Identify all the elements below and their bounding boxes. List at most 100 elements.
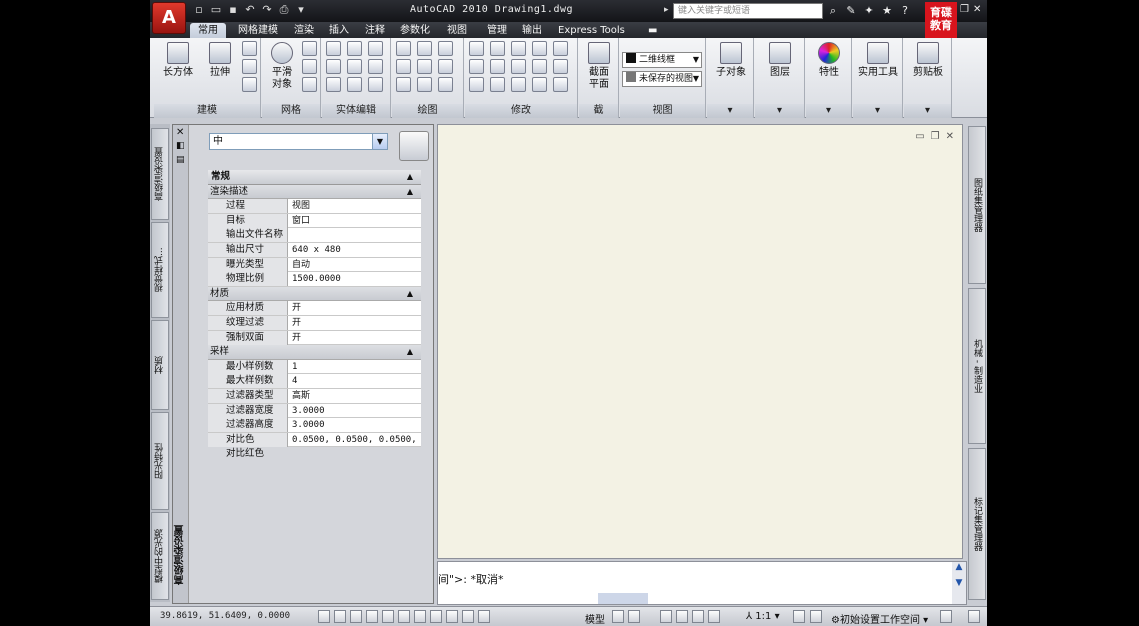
tab-markup-set-manager[interactable]: 标记集管理器 xyxy=(968,448,986,600)
clipboard-button[interactable]: 剪贴板 xyxy=(909,42,947,79)
showmotion-icon[interactable] xyxy=(708,610,720,623)
close-icon[interactable]: ✕ xyxy=(973,4,981,15)
restore-icon[interactable]: ❐ xyxy=(960,4,969,15)
lock-icon[interactable] xyxy=(940,610,952,623)
property-row[interactable]: 强制双面开 xyxy=(208,330,421,346)
3d-object-snap-icon[interactable] xyxy=(398,610,410,623)
visual-style-combo[interactable]: 二维线框 ▼ xyxy=(622,52,702,68)
properties-button[interactable]: 特性 xyxy=(811,42,847,79)
spline-icon[interactable] xyxy=(396,59,411,74)
property-value[interactable]: 0.0500, 0.0500, 0.0500, ... xyxy=(289,433,421,447)
tab-annotate[interactable]: 注释 xyxy=(357,23,393,38)
object-snap-icon[interactable] xyxy=(382,610,394,623)
property-value[interactable]: 3.0000 xyxy=(289,404,421,418)
property-row[interactable]: 目标 窗口 xyxy=(208,213,421,229)
line-icon[interactable] xyxy=(417,59,432,74)
align-icon[interactable] xyxy=(469,59,484,74)
tab-parametric[interactable]: 参数化 xyxy=(392,23,438,38)
extrude-button[interactable]: 拉伸 xyxy=(202,42,238,79)
render-preset-select[interactable]: 中 ▼ xyxy=(209,133,388,150)
layout-icon[interactable] xyxy=(628,610,640,623)
property-row[interactable]: 过滤器宽度 3.0000 xyxy=(208,403,421,419)
search-expand-icon[interactable]: ▸ xyxy=(664,5,669,15)
smooth-object-button[interactable]: 平滑 对象 xyxy=(265,42,299,91)
property-value[interactable]: 视图 xyxy=(289,199,421,213)
tab-advanced-render-settings[interactable]: 高级渲染设置 xyxy=(151,128,169,220)
property-row[interactable]: 最大样例数 4 xyxy=(208,374,421,389)
plot-icon[interactable]: ⎙ xyxy=(277,3,291,17)
layout-icon[interactable] xyxy=(612,610,624,623)
coordinate-readout[interactable]: 39.8619, 51.6409, 0.0000 xyxy=(160,611,290,621)
tab-mechanical-manufacturing[interactable]: 机械 - 制造业 xyxy=(968,288,986,444)
panel-label-modify[interactable]: 修改 xyxy=(465,104,577,118)
property-value[interactable]: 1500.0000 xyxy=(289,272,421,286)
solid-edit-icon-6[interactable] xyxy=(368,59,383,74)
ellipse-icon[interactable] xyxy=(438,77,453,92)
pan-icon[interactable] xyxy=(660,610,672,623)
property-row[interactable]: 过滤器高度 3.0000 xyxy=(208,418,421,433)
subcategory-materials[interactable]: 材质 ▲ xyxy=(208,286,421,302)
solid-edit-icon-9[interactable] xyxy=(368,77,383,92)
new-file-icon[interactable]: ▫ xyxy=(192,3,206,17)
polysolid-icon[interactable] xyxy=(242,41,257,56)
tab-mesh-modeling[interactable]: 网格建模 xyxy=(230,23,286,38)
tab-sun-properties[interactable]: 阳光特性 xyxy=(151,412,169,510)
offset-icon[interactable] xyxy=(490,59,505,74)
render-teapot-icon[interactable] xyxy=(399,131,429,161)
panel-label-mesh[interactable]: 网格 xyxy=(262,104,320,118)
auto-scale-icon[interactable] xyxy=(810,610,822,623)
redo-icon[interactable]: ↷ xyxy=(260,3,274,17)
property-row[interactable]: 过程 视图 xyxy=(208,199,421,214)
category-general[interactable]: 常规 ▲ xyxy=(208,170,421,185)
smooth-less-icon[interactable] xyxy=(302,59,317,74)
annotation-visibility-icon[interactable] xyxy=(793,610,805,623)
help-icon[interactable]: ? xyxy=(898,3,912,18)
property-value[interactable] xyxy=(289,228,421,242)
property-row[interactable]: 对比色0.0500, 0.0500, 0.0500, ... xyxy=(208,432,421,448)
communication-icon[interactable]: ✎ xyxy=(844,3,858,18)
application-menu-button[interactable]: A xyxy=(152,2,186,34)
tab-render[interactable]: 渲染 xyxy=(286,23,322,38)
mirror-icon[interactable] xyxy=(469,77,484,92)
stretch-icon[interactable] xyxy=(511,77,526,92)
command-line[interactable]: 间">: *取消* ▲ ▼ xyxy=(437,561,967,605)
drawing-hscrollbar[interactable] xyxy=(598,593,648,604)
property-row[interactable]: 最小样例数 1 xyxy=(208,359,421,375)
steeringwheel-icon[interactable] xyxy=(692,610,704,623)
subcategory-sampling[interactable]: 采样 ▲ xyxy=(208,345,421,360)
property-row[interactable]: 输出文件名称 xyxy=(208,228,421,243)
property-row[interactable]: 曝光类型 自动 xyxy=(208,257,421,273)
property-row[interactable]: 应用材质开 xyxy=(208,301,421,316)
tab-materials[interactable]: 材质 xyxy=(151,320,169,410)
union-icon[interactable] xyxy=(326,41,341,56)
tab-output[interactable]: 输出 xyxy=(514,23,550,38)
presspull-icon[interactable] xyxy=(242,59,257,74)
array-icon[interactable] xyxy=(532,41,547,56)
minimize-icon[interactable]: ▭ xyxy=(915,131,924,142)
property-row[interactable]: 物理比例 1500.0000 xyxy=(208,272,421,287)
utilities-button[interactable]: 实用工具 xyxy=(856,42,900,79)
explode-icon[interactable] xyxy=(490,77,505,92)
property-value[interactable]: 窗口 xyxy=(289,214,421,228)
intersect-icon[interactable] xyxy=(326,77,341,92)
property-value[interactable]: 3.0000 xyxy=(289,418,421,432)
match-icon[interactable] xyxy=(553,77,568,92)
panel-label-view[interactable]: 视图 xyxy=(620,104,705,118)
layers-button[interactable]: 图层 xyxy=(762,42,798,79)
panel-label-section[interactable]: 截 xyxy=(579,104,618,118)
tab-visual-styles[interactable]: 视觉样式... xyxy=(151,222,169,318)
favorites-icon[interactable]: ★ xyxy=(880,3,894,18)
property-row[interactable]: 过滤器类型 高斯 xyxy=(208,388,421,404)
section-plane-button[interactable]: 截面 平面 xyxy=(583,42,615,91)
dynamic-ucs-icon[interactable] xyxy=(430,610,442,623)
panel-label-draw[interactable]: 绘图 xyxy=(392,104,463,118)
erase-icon[interactable] xyxy=(532,77,547,92)
save-icon[interactable]: ▪ xyxy=(226,3,240,17)
rotate-icon[interactable] xyxy=(511,59,526,74)
subtract-icon[interactable] xyxy=(326,59,341,74)
saved-view-combo[interactable]: 未保存的视图 ▼ xyxy=(622,71,702,87)
command-scrollbar[interactable]: ▲ ▼ xyxy=(952,562,966,604)
rotate-3d-icon[interactable] xyxy=(490,41,505,56)
subobject-dropdown-icon[interactable]: ▾ xyxy=(707,104,753,118)
property-value[interactable]: 开 xyxy=(289,316,421,330)
